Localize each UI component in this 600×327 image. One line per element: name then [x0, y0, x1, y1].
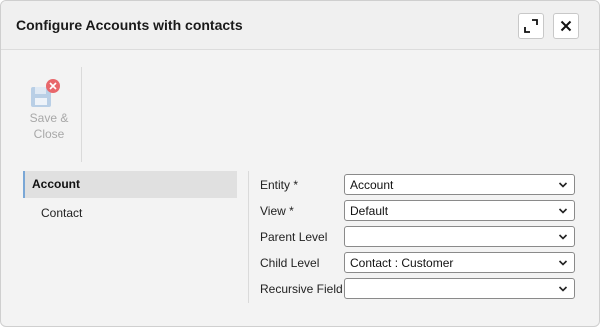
save-disabled-icon — [30, 78, 62, 108]
chevron-down-icon — [558, 260, 568, 266]
save-close-label: Save & Close — [29, 111, 69, 141]
chevron-down-icon — [558, 286, 568, 292]
close-button[interactable] — [553, 13, 579, 39]
expand-icon — [524, 19, 538, 33]
recursive-field-label: Recursive Field — [260, 282, 343, 296]
entity-label: Entity * — [260, 178, 299, 192]
entity-select[interactable]: Account — [344, 174, 575, 195]
parent-level-label: Parent Level — [260, 230, 328, 244]
close-icon — [560, 20, 572, 32]
configure-dialog: Configure Accounts with contacts Save & … — [0, 0, 600, 327]
save-close-button[interactable]: Save & Close — [21, 76, 77, 146]
child-level-select[interactable]: Contact : Customer — [344, 252, 575, 273]
view-select[interactable]: Default — [344, 200, 575, 221]
entity-select-value: Account — [350, 178, 394, 192]
child-level-label: Child Level — [260, 256, 320, 270]
expand-button[interactable] — [518, 13, 544, 39]
view-label: View * — [260, 204, 294, 218]
parent-level-select[interactable] — [344, 226, 575, 247]
nav-item-contact[interactable]: Contact — [23, 200, 237, 227]
recursive-field-select[interactable] — [344, 278, 575, 299]
chevron-down-icon — [558, 208, 568, 214]
chevron-down-icon — [558, 234, 568, 240]
toolbar-divider — [81, 67, 82, 162]
child-level-select-value: Contact : Customer — [350, 256, 454, 270]
chevron-down-icon — [558, 182, 568, 188]
dialog-title: Configure Accounts with contacts — [16, 17, 243, 33]
nav-item-account[interactable]: Account — [23, 171, 237, 198]
view-select-value: Default — [350, 204, 389, 218]
form-divider — [248, 171, 249, 303]
dialog-titlebar: Configure Accounts with contacts — [1, 1, 599, 50]
